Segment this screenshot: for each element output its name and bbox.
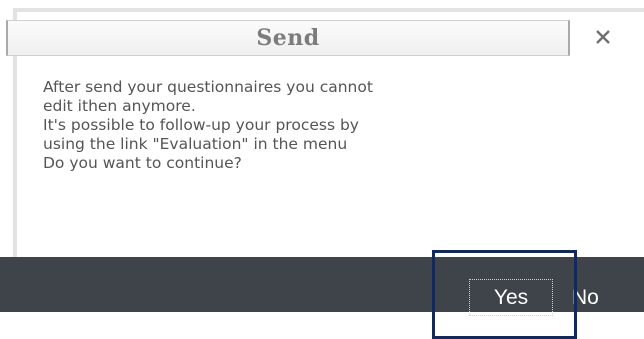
message-line: using the link "Evaluation" in the menu: [43, 135, 348, 153]
yes-button[interactable]: Yes: [469, 279, 553, 316]
message-line: edit ithen anymore.: [43, 97, 196, 115]
message-line: Do you want to continue?: [43, 154, 242, 172]
message-line: It's possible to follow-up your process …: [43, 116, 359, 134]
dialog-title: Send: [256, 25, 320, 51]
close-icon: [596, 30, 610, 44]
dialog-titlebar: Send: [6, 20, 570, 56]
dialog-message: After send your questionnaires you canno…: [43, 78, 603, 173]
no-button[interactable]: No: [572, 283, 599, 313]
close-button[interactable]: [590, 24, 616, 50]
message-line: After send your questionnaires you canno…: [43, 78, 373, 96]
